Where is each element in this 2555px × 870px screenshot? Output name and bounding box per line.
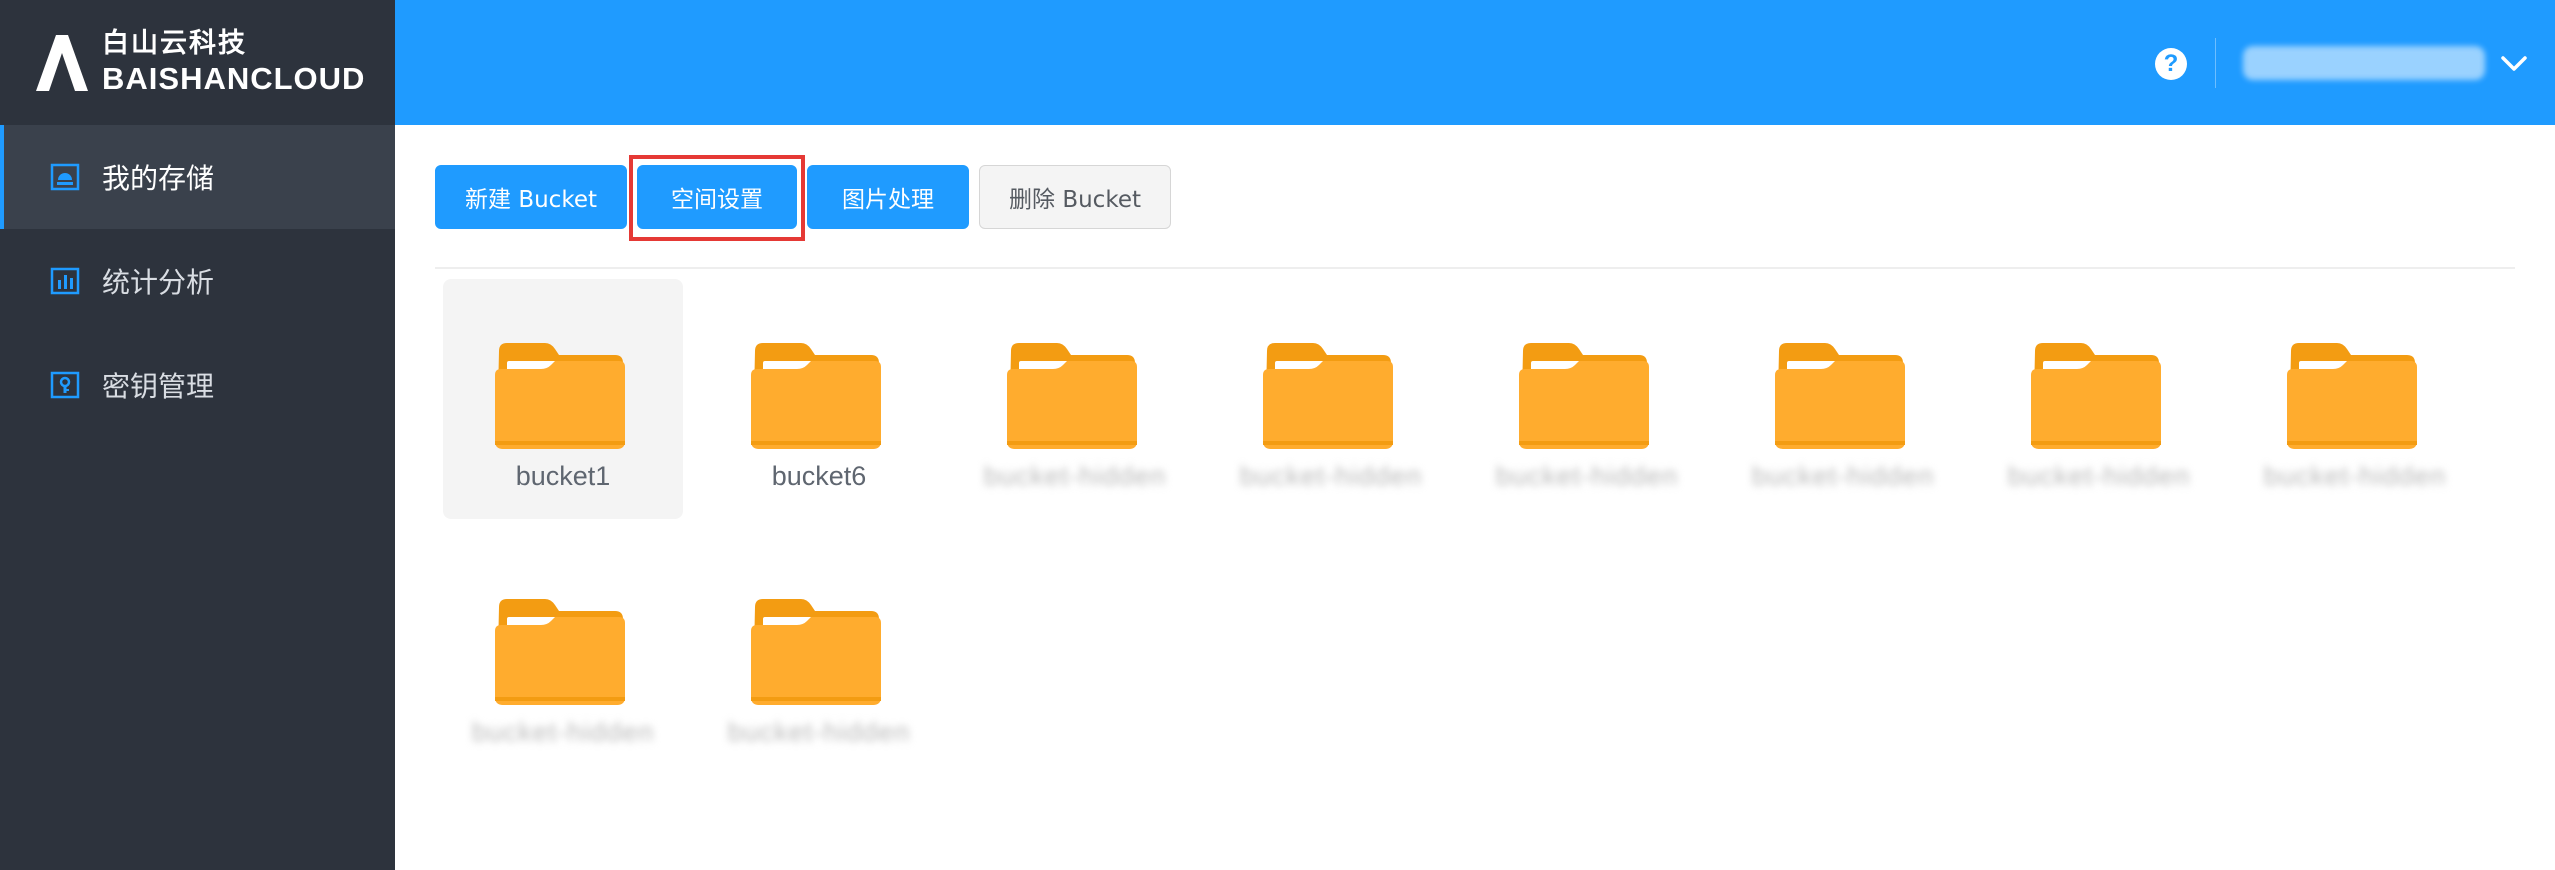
image-processing-button[interactable]: 图片处理: [807, 165, 969, 229]
bucket-name: bucket-hidden: [1495, 461, 1679, 491]
sidebar-item-label: 统计分析: [102, 266, 215, 299]
folder-icon: [495, 599, 625, 705]
bucket-name: bucket-hidden: [471, 717, 655, 747]
folder-icon: [1519, 343, 1649, 449]
folder-icon: [495, 343, 625, 449]
folder-icon: [1263, 343, 1393, 449]
baishan-logo-icon: [36, 34, 88, 91]
bucket-tile[interactable]: bucket6: [699, 279, 939, 519]
user-account-name[interactable]: user_account: [2243, 46, 2485, 80]
delete-bucket-button[interactable]: 删除 Bucket: [979, 165, 1171, 229]
storage-icon: [50, 163, 80, 191]
space-settings-button[interactable]: 空间设置: [637, 165, 797, 229]
sidebar-item-key-management[interactable]: 密钥管理: [0, 333, 395, 437]
top-header: ? user_account: [395, 0, 2555, 125]
header-divider: [2215, 38, 2216, 88]
bucket-tile[interactable]: bucket-hidden: [443, 535, 683, 775]
bucket-tile[interactable]: bucket1: [443, 279, 683, 519]
folder-icon: [1775, 343, 1905, 449]
folder-icon: [751, 599, 881, 705]
bucket-tile[interactable]: bucket-hidden: [1723, 279, 1963, 519]
sidebar-item-statistics[interactable]: 统计分析: [0, 229, 395, 333]
bucket-name: bucket-hidden: [727, 717, 911, 747]
folder-icon: [751, 343, 881, 449]
brand-name-en: BAISHANCLOUD: [102, 61, 366, 97]
bucket-tile[interactable]: bucket-hidden: [699, 535, 939, 775]
bucket-toolbar: 新建 Bucket 空间设置 图片处理 删除 Bucket: [435, 165, 1171, 229]
bucket-tile[interactable]: bucket-hidden: [1467, 279, 1707, 519]
bucket-tile[interactable]: bucket-hidden: [1979, 279, 2219, 519]
bucket-name: bucket1: [515, 461, 611, 491]
bucket-tile[interactable]: bucket-hidden: [955, 279, 1195, 519]
brand-text: 白山云科技 BAISHANCLOUD: [102, 27, 366, 97]
bucket-name: bucket-hidden: [2263, 461, 2447, 491]
help-icon[interactable]: ?: [2155, 48, 2187, 80]
brand-name-cn: 白山云科技: [102, 27, 247, 59]
content-divider: [435, 267, 2515, 269]
bucket-name: bucket-hidden: [1751, 461, 1935, 491]
bucket-tile[interactable]: bucket-hidden: [2235, 279, 2475, 519]
sidebar: 白山云科技 BAISHANCLOUD 我的存储 统计分析 密钥管理: [0, 0, 395, 870]
sidebar-item-my-storage[interactable]: 我的存储: [0, 125, 395, 229]
key-icon: [50, 371, 80, 399]
chevron-down-icon[interactable]: [2499, 48, 2529, 78]
brand-logo[interactable]: 白山云科技 BAISHANCLOUD: [0, 0, 395, 125]
bucket-name: bucket-hidden: [1239, 461, 1423, 491]
bucket-name: bucket-hidden: [983, 461, 1167, 491]
bucket-tile[interactable]: bucket-hidden: [1211, 279, 1451, 519]
folder-icon: [1007, 343, 1137, 449]
sidebar-item-label: 密钥管理: [102, 370, 215, 403]
folder-icon: [2287, 343, 2417, 449]
new-bucket-button[interactable]: 新建 Bucket: [435, 165, 627, 229]
sidebar-item-label: 我的存储: [102, 162, 215, 195]
bar-chart-icon: [50, 267, 80, 295]
folder-icon: [2031, 343, 2161, 449]
bucket-name: bucket-hidden: [2007, 461, 2191, 491]
bucket-name: bucket6: [771, 461, 867, 491]
